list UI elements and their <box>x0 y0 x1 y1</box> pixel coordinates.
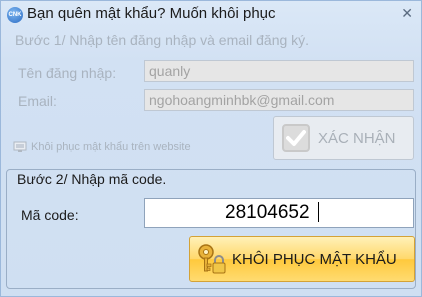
app-logo-icon: CNK <box>7 7 23 23</box>
email-label: Email: <box>18 93 57 109</box>
restore-button-label: KHÔI PHỤC MẬT KHẨU <box>232 250 397 268</box>
code-field[interactable]: 28104652 <box>144 198 414 228</box>
username-label: Tên đăng nhập: <box>18 65 117 81</box>
title-bar: CNK Bạn quên mật khẩu? Muốn khôi phục ✕ <box>1 1 421 29</box>
code-value: 28104652 <box>225 202 310 223</box>
key-lock-icon <box>198 244 226 274</box>
email-field[interactable]: ngohoangminhbk@gmail.com <box>144 89 414 111</box>
step2-heading: Bước 2/ Nhập mã code. <box>15 171 169 187</box>
checkmark-icon <box>282 124 310 152</box>
username-field[interactable]: quanly <box>144 60 414 82</box>
code-label: Mã code: <box>21 207 79 223</box>
window-title: Bạn quên mật khẩu? Muốn khôi phục <box>27 5 276 22</box>
confirm-button[interactable]: XÁC NHẬN <box>273 116 414 160</box>
close-icon[interactable]: ✕ <box>401 5 413 22</box>
step1-heading: Bước 1/ Nhập tên đăng nhập và email đăng… <box>15 32 310 48</box>
web-restore-link[interactable]: Khôi phục mật khẩu trên website <box>13 141 191 153</box>
web-restore-icon <box>13 141 27 152</box>
restore-password-button[interactable]: KHÔI PHỤC MẬT KHẨU <box>189 236 415 282</box>
text-caret <box>317 202 319 222</box>
confirm-button-label: XÁC NHẬN <box>318 129 396 147</box>
password-recovery-dialog: CNK Bạn quên mật khẩu? Muốn khôi phục ✕ … <box>0 0 422 297</box>
web-restore-label: Khôi phục mật khẩu trên website <box>31 141 191 153</box>
